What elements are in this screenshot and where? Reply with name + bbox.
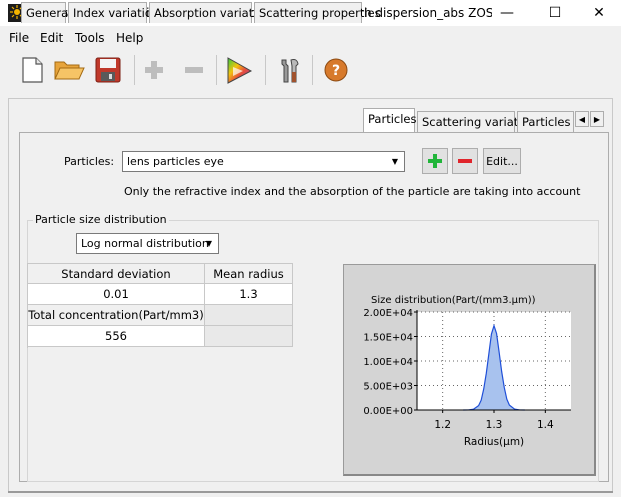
- new-button[interactable]: [15, 53, 49, 87]
- minimize-button[interactable]: —: [484, 0, 530, 26]
- x-tick-label: 1.3: [486, 419, 503, 431]
- particles-select[interactable]: lens particles eye ▼: [122, 151, 405, 172]
- y-tick-label: 5.00E+03: [363, 382, 413, 393]
- maximize-button[interactable]: ☐: [532, 0, 578, 26]
- tab-general[interactable]: General: [21, 2, 71, 23]
- menu-help[interactable]: Help: [116, 31, 143, 45]
- particles-label: Particles:: [64, 155, 115, 168]
- close-button[interactable]: ✕: [576, 0, 621, 26]
- tab-absorption-variation[interactable]: Absorption variation: [149, 2, 271, 23]
- distribution-select-value: Log normal distribution: [81, 237, 209, 250]
- add-particle-button[interactable]: [422, 148, 448, 174]
- empty-cell: [205, 326, 293, 347]
- color-gamut-button[interactable]: [222, 53, 256, 87]
- menu-edit[interactable]: Edit: [40, 31, 63, 45]
- x-tick-label: 1.4: [537, 419, 554, 431]
- toolbar-separator: [134, 55, 135, 85]
- save-disk-icon: [95, 57, 121, 83]
- remove-minus-icon: [185, 67, 203, 73]
- color-gamut-icon: [227, 57, 253, 84]
- distribution-select[interactable]: Log normal distribution ▼: [76, 233, 219, 254]
- x-tick-label: 1.2: [434, 419, 451, 431]
- particles-select-value: lens particles eye: [127, 155, 224, 168]
- add-plus-icon: [428, 154, 442, 168]
- tab-particles-advanced[interactable]: Particles a: [517, 111, 574, 132]
- toolbar-separator: [312, 55, 313, 85]
- open-button[interactable]: [52, 53, 86, 87]
- total-concentration-header: Total concentration(Part/mm3): [28, 305, 205, 326]
- toolbar-separator: [265, 55, 266, 85]
- tab-scattering-properties[interactable]: Scattering properties: [254, 2, 381, 23]
- toolbar-separator: [216, 55, 217, 85]
- help-button[interactable]: ?: [319, 53, 353, 87]
- mean-radius-header: Mean radius: [205, 264, 293, 284]
- tab-index-variation[interactable]: Index variation: [68, 2, 159, 23]
- remove-minus-icon: [458, 159, 472, 163]
- open-folder-icon: [54, 61, 85, 80]
- new-file-icon: [22, 57, 43, 83]
- y-tick-label: 0.00E+00: [363, 406, 413, 417]
- menu-file[interactable]: File: [9, 31, 29, 45]
- add-plus-icon: [145, 61, 163, 79]
- empty-cell: [205, 305, 293, 326]
- chevron-down-icon: ▼: [205, 239, 213, 248]
- tab-scroll-left-icon[interactable]: ◀: [575, 111, 589, 127]
- tab-particles[interactable]: Particles: [363, 108, 416, 132]
- std-dev-value[interactable]: 0.01: [28, 284, 205, 305]
- chevron-down-icon: ▼: [391, 157, 399, 166]
- chart-xlabel: Radius(µm): [464, 436, 524, 448]
- particles-note: Only the refractive index and the absorp…: [124, 185, 581, 198]
- mean-radius-value[interactable]: 1.3: [205, 284, 293, 305]
- edit-particle-button[interactable]: Edit...: [483, 148, 521, 174]
- tab-scroll-right-icon[interactable]: ▶: [590, 111, 604, 127]
- help-icon: ?: [324, 58, 348, 82]
- chart-svg: 0.00E+00 5.00E+03 1.00E+04 1.50E+04 2.00E+04…: [363, 295, 571, 448]
- chart-title: Size distribution(Part/(mm3.µm)): [371, 295, 536, 306]
- panel-bottom-border: [8, 491, 613, 493]
- y-tick-label: 2.00E+04: [363, 308, 413, 319]
- tools-icon: [281, 59, 299, 83]
- tab-scattering-variation[interactable]: Scattering variation: [417, 111, 536, 132]
- total-concentration-value[interactable]: 556: [28, 326, 205, 347]
- remove-button[interactable]: [177, 53, 211, 87]
- add-button[interactable]: [137, 53, 171, 87]
- help-glyph: ?: [332, 63, 340, 79]
- y-tick-label: 1.00E+04: [363, 357, 413, 368]
- tools-button[interactable]: [272, 53, 306, 87]
- std-dev-header: Standard deviation: [28, 264, 205, 284]
- toolbar: ?: [0, 49, 621, 93]
- remove-particle-button[interactable]: [452, 148, 478, 174]
- save-button[interactable]: [91, 53, 125, 87]
- menu-tools[interactable]: Tools: [75, 31, 105, 45]
- group-title: Particle size distribution: [33, 213, 169, 226]
- y-tick-label: 1.50E+04: [363, 333, 413, 344]
- size-distribution-chart: 0.00E+00 5.00E+03 1.00E+04 1.50E+04 2.00E+04…: [343, 264, 596, 476]
- menu-bar: File Edit Tools Help: [0, 27, 621, 49]
